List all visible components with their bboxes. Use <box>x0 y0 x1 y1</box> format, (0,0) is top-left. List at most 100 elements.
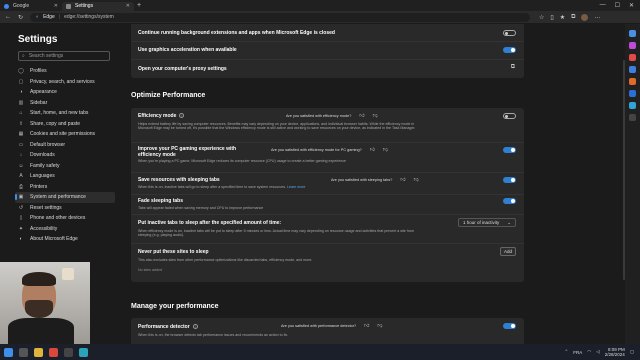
obs-icon[interactable] <box>64 347 73 357</box>
lock-icon: ▢ <box>18 78 24 85</box>
refresh-icon[interactable]: ↻ <box>18 14 23 21</box>
info-icon[interactable]: i <box>179 113 185 118</box>
sidebar-item-share[interactable]: ⇪ Share, copy and paste <box>18 119 118 130</box>
profile-avatar[interactable] <box>581 13 589 21</box>
sidebar-item-privacy[interactable]: ▢ Privacy, search, and services <box>18 77 118 88</box>
background-apps-toggle[interactable] <box>503 30 516 36</box>
maximize-icon[interactable]: ☐ <box>615 2 620 9</box>
games-icon[interactable] <box>629 66 636 73</box>
sidebar-item-default-browser[interactable]: ▭ Default browser <box>18 140 118 151</box>
sidebar-item-about[interactable]: ◐ About Microsoft Edge <box>18 234 118 245</box>
detector-row: Performance detector i Are you satisfied … <box>131 318 524 344</box>
fade-toggle[interactable] <box>503 198 516 204</box>
file-explorer-icon[interactable] <box>34 347 43 357</box>
fade-desc: Tabs will appear faded when saving memor… <box>138 206 264 210</box>
office-icon[interactable] <box>629 78 636 85</box>
learn-more-link[interactable]: Learn more <box>287 185 305 189</box>
collections-icon[interactable]: ⧉ <box>571 14 575 21</box>
browser-icon: ▭ <box>18 141 24 148</box>
volume-icon[interactable]: ◁ <box>596 349 599 355</box>
thumbs-down-icon[interactable]: 👎︎ <box>377 323 382 329</box>
efficiency-toggle[interactable] <box>503 113 516 119</box>
close-tab-icon[interactable]: ✕ <box>126 3 130 9</box>
thumbs-up-icon[interactable]: 👍︎ <box>359 113 364 119</box>
sidebar-item-label: Privacy, search, and services <box>30 78 95 85</box>
edge-logo-icon: ◐ <box>36 14 40 20</box>
accessibility-icon: ✦ <box>18 225 24 232</box>
sidebar-item-start-home[interactable]: ⌂ Start, home, and new tabs <box>18 108 118 119</box>
thumbs-down-icon[interactable]: 👎︎ <box>414 177 419 183</box>
proxy-label: Open your computer's proxy settings <box>138 66 227 72</box>
sidebar-item-profiles[interactable]: ◯ Profiles <box>18 66 118 77</box>
tab-settings[interactable]: Settings ✕ <box>62 1 134 11</box>
new-tab-button[interactable]: + <box>137 2 141 9</box>
search-taskbar-icon[interactable] <box>19 347 28 357</box>
tools-icon[interactable] <box>629 54 636 61</box>
detector-toggle[interactable] <box>503 323 516 329</box>
sidebar-item-label: Start, home, and new tabs <box>30 110 89 117</box>
sidebar-item-sidebar[interactable]: ▥ Sidebar <box>18 98 118 109</box>
close-window-icon[interactable]: ✕ <box>629 2 634 9</box>
sidebar-item-family[interactable]: ☺ Family safety <box>18 161 118 172</box>
sleeping-desc: When this is on, inactive tabs will go t… <box>138 185 438 189</box>
sidebar-item-reset[interactable]: ↺ Reset settings <box>18 203 118 214</box>
search-placeholder: Search settings <box>28 53 64 59</box>
drop-icon[interactable] <box>629 102 636 109</box>
sidebar-item-printers[interactable]: ⎙ Printers <box>18 182 118 193</box>
system-tray: ⌃ FRA ◠ ◁ 8:09 PM 2/28/2024 ▢ <box>565 347 640 357</box>
sidebar-item-label: Family safety <box>30 162 60 169</box>
favorite-star-icon[interactable]: ☆ <box>539 14 544 21</box>
efficiency-survey: Are you satisfied with efficiency mode? … <box>286 113 378 119</box>
never-sleep-title: Never put these sites to sleep <box>138 249 209 255</box>
info-icon[interactable]: i <box>192 324 198 329</box>
edge-taskbar-icon[interactable] <box>79 347 88 357</box>
edge-sidebar <box>625 24 640 344</box>
notification-icon[interactable]: ▢ <box>630 349 634 355</box>
sidebar-item-cookies[interactable]: ▦ Cookies and site permissions <box>18 129 118 140</box>
proxy-row[interactable]: Open your computer's proxy settings ⧉ <box>131 60 524 78</box>
sidebar-item-appearance[interactable]: ◑ Appearance <box>18 87 118 98</box>
language-indicator[interactable]: FRA <box>573 350 582 355</box>
thumbs-down-icon[interactable]: 👎︎ <box>373 113 378 119</box>
search-settings-input[interactable]: ⌕ Search settings <box>18 51 110 61</box>
sidebar-item-phone[interactable]: ▯ Phone and other devices <box>18 213 118 224</box>
sleeping-toggle[interactable] <box>503 177 516 183</box>
sidebar-item-system[interactable]: ▣ System and performance <box>15 192 115 203</box>
thumbs-down-icon[interactable]: 👎︎ <box>383 147 388 153</box>
search-sidebar-icon[interactable] <box>629 30 636 37</box>
wifi-icon[interactable]: ◠ <box>587 349 591 355</box>
address-bar[interactable]: ◐ Edge | edge://settings/system <box>30 12 531 22</box>
more-menu-icon[interactable]: … <box>594 14 600 21</box>
chrome-icon[interactable] <box>49 347 58 357</box>
sidebar-item-languages[interactable]: A Languages <box>18 171 118 182</box>
background-apps-label: Continue running background extensions a… <box>138 30 335 36</box>
toolbar-actions: ☆ ▯ ★ ⧉ … <box>539 13 600 21</box>
add-sidebar-icon[interactable] <box>629 114 636 121</box>
back-icon[interactable]: ← <box>5 14 11 20</box>
sidebar-item-accessibility[interactable]: ✦ Accessibility <box>18 224 118 235</box>
gpu-row: Use graphics acceleration when available <box>131 42 524 59</box>
gaming-toggle[interactable] <box>503 147 516 153</box>
minimize-icon[interactable]: — <box>600 2 606 9</box>
gear-icon <box>66 3 71 9</box>
webcam-person-body <box>8 318 74 344</box>
split-screen-icon[interactable]: ▯ <box>550 14 553 21</box>
thumbs-up-icon[interactable]: 👍︎ <box>370 147 375 153</box>
fade-row: Fade sleeping tabs Tabs will appear fade… <box>131 195 524 215</box>
favorites-icon[interactable]: ★ <box>560 14 565 21</box>
sidebar-item-downloads[interactable]: ↓ Downloads <box>18 150 118 161</box>
external-link-icon[interactable]: ⧉ <box>511 64 515 71</box>
thumbs-up-icon[interactable]: 👍︎ <box>364 323 369 329</box>
thumbs-up-icon[interactable]: 👍︎ <box>400 177 405 183</box>
sleep-after-select[interactable]: 1 hour of inactivity ⌄ <box>458 218 516 227</box>
outlook-icon[interactable] <box>629 90 636 97</box>
clock[interactable]: 8:09 PM 2/28/2024 <box>605 347 625 357</box>
sleeping-survey: Are you satisfied with sleeping tabs? 👍︎… <box>331 177 419 183</box>
chevron-up-icon[interactable]: ⌃ <box>565 349 569 355</box>
shopping-icon[interactable] <box>629 42 636 49</box>
tab-google[interactable]: Google ✕ <box>0 2 62 11</box>
start-icon[interactable] <box>4 347 13 357</box>
add-site-button[interactable]: Add <box>500 247 516 256</box>
gpu-toggle[interactable] <box>503 47 516 53</box>
close-tab-icon[interactable]: ✕ <box>54 3 58 9</box>
